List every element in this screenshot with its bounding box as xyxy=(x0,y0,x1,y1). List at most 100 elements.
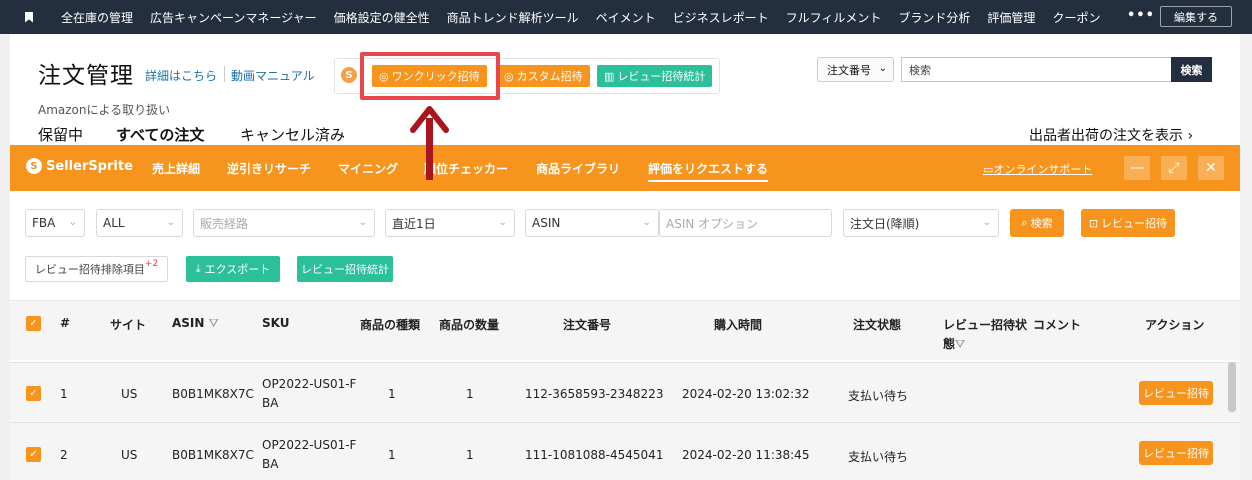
col-comment: コメント xyxy=(1033,318,1082,332)
download-icon: ⤓ xyxy=(195,262,201,275)
bar-chart-icon: ▥ xyxy=(604,69,615,83)
row-sku-line1: OP2022-US01-F xyxy=(262,377,357,391)
left-gutter xyxy=(0,34,10,480)
scrollbar[interactable] xyxy=(1228,362,1236,412)
nav-business-report[interactable]: ビジネスレポート xyxy=(673,9,769,26)
sellersprite-brand: S SellerSprite xyxy=(26,158,133,174)
row-order-number[interactable]: 111-1081088-4545041 xyxy=(525,448,663,462)
nav-coupons[interactable]: クーポン xyxy=(1052,9,1100,26)
row-review-invite-button[interactable]: レビュー招待 xyxy=(1139,441,1213,465)
col-qty: 商品の数量 xyxy=(439,318,500,332)
minimize-icon[interactable]: — xyxy=(1124,156,1150,180)
search-type-label: 注文番号 xyxy=(827,63,871,77)
search-input[interactable]: 検索 xyxy=(901,57,1172,82)
online-support-label: オンラインサポート xyxy=(993,163,1093,176)
close-icon[interactable]: ✕ xyxy=(1198,156,1224,180)
chevron-down-icon: ⌄ xyxy=(68,217,77,228)
row-asin[interactable]: B0B1MK8X7C xyxy=(172,387,254,401)
video-manual-link[interactable]: 動画マニュアル xyxy=(231,67,315,84)
nav-ad-campaign[interactable]: 広告キャンペーンマネージャー xyxy=(150,9,317,26)
filter-area xyxy=(10,191,1240,299)
nav-fulfillment[interactable]: フルフィルメント xyxy=(786,9,882,26)
row-order-status: 支払い待ち xyxy=(848,389,909,403)
row-checkbox[interactable]: ✓ xyxy=(26,447,41,462)
search-button[interactable]: 検索 xyxy=(1171,57,1212,82)
bookmark-icon[interactable] xyxy=(25,11,33,23)
col-purchase-time: 購入時間 xyxy=(714,318,763,332)
col-invite-status-wrap[interactable]: 態⛛ xyxy=(943,335,965,352)
filter-search-button[interactable]: ⌕ 検索 xyxy=(1010,209,1064,237)
review-stats-button[interactable]: ▥ レビュー招待統計 xyxy=(597,65,713,87)
asin-option-placeholder: ASIN オプション xyxy=(666,216,759,231)
row-order-status: 支払い待ち xyxy=(848,450,909,464)
expand-icon[interactable]: ⤢ xyxy=(1161,156,1187,180)
tab-all-orders[interactable]: すべての注文 xyxy=(116,124,204,145)
col-asin-label: ASIN xyxy=(172,316,205,330)
sales-channel-select[interactable]: 販売経路 ⌄ xyxy=(193,209,375,237)
period-value: 直近1日 xyxy=(392,216,436,231)
plugin-menu-request-review[interactable]: 評価をリクエストする xyxy=(648,160,769,182)
seller-fulfilled-link[interactable]: 出品者出荷の注文を表示 › xyxy=(1029,125,1193,145)
row-review-invite-button[interactable]: レビュー招待 xyxy=(1139,381,1213,405)
asin-type-select[interactable]: ASIN ⌄ xyxy=(525,209,659,237)
col-sku: SKU xyxy=(262,316,290,330)
tab-pending[interactable]: 保留中 xyxy=(38,124,83,145)
sort-value: 注文日(降順) xyxy=(850,216,920,231)
asin-option-input[interactable]: ASIN オプション xyxy=(659,209,832,237)
scope-select[interactable]: ALL ⌄ xyxy=(96,209,183,237)
row-asin[interactable]: B0B1MK8X7C xyxy=(172,448,254,462)
tab-cancelled[interactable]: キャンセル済み xyxy=(240,124,345,145)
arrow-up-icon xyxy=(410,106,449,133)
row-qty: 1 xyxy=(466,448,474,462)
col-order-status: 注文状態 xyxy=(853,318,902,332)
filter-search-label: 検索 xyxy=(1030,217,1053,230)
divider xyxy=(224,66,225,82)
chevron-down-icon: ⌄ xyxy=(878,63,887,74)
sellersprite-logo-icon: S xyxy=(341,67,357,83)
nav-product-trend[interactable]: 商品トレンド解析ツール xyxy=(447,9,579,26)
nav-feedback[interactable]: 評価管理 xyxy=(987,9,1035,26)
col-asin[interactable]: ASIN ⛛ xyxy=(172,316,219,331)
online-support-link[interactable]: ▭オンラインサポート xyxy=(983,161,1092,177)
nav-payments[interactable]: ペイメント xyxy=(596,9,656,26)
excluded-items-button[interactable]: レビュー招待排除項目 +2 xyxy=(25,256,168,282)
filter-icon[interactable]: ⛛ xyxy=(955,337,965,351)
nav-brand-analytics[interactable]: ブランド分析 xyxy=(898,9,970,26)
plugin-menu-reverse-research[interactable]: 逆引きリサーチ xyxy=(227,160,311,177)
details-link[interactable]: 詳細はこちら xyxy=(145,67,217,84)
plugin-menu-rank-checker[interactable]: 順位チェッカー xyxy=(424,160,508,177)
row-purchase-time: 2024-02-20 13:02:32 xyxy=(682,387,810,401)
custom-invite-button[interactable]: ◎ カスタム招待 xyxy=(497,65,590,87)
brand-name: SellerSprite xyxy=(46,158,133,174)
row-checkbox[interactable]: ✓ xyxy=(26,386,41,401)
plugin-menu-sales-details[interactable]: 売上詳細 xyxy=(152,160,200,177)
fulfillment-select[interactable]: FBA ⌄ xyxy=(25,209,85,237)
export-button[interactable]: ⤓ エクスポート xyxy=(186,256,280,282)
period-select[interactable]: 直近1日 ⌄ xyxy=(385,209,515,237)
sort-select[interactable]: 注文日(降順) ⌄ xyxy=(843,209,999,237)
row-order-number[interactable]: 112-3658593-2348223 xyxy=(525,387,663,401)
review-stats-label: レビュー招待統計 xyxy=(617,70,706,83)
top-nav-bar: 全在庫の管理 広告キャンペーンマネージャー 価格設定の健全性 商品トレンド解析ツ… xyxy=(0,0,1252,34)
plugin-menu-mining[interactable]: マイニング xyxy=(338,160,398,177)
invite-stats-button[interactable]: レビュー招待統計 xyxy=(297,256,393,282)
excluded-count-badge: +2 xyxy=(144,259,159,269)
search-type-select[interactable]: 注文番号 ⌄ xyxy=(817,57,894,82)
select-all-checkbox[interactable]: ✓ xyxy=(26,316,41,331)
row-site: US xyxy=(121,387,138,401)
row-sku-line1: OP2022-US01-F xyxy=(262,438,357,452)
nav-pricing-health[interactable]: 価格設定の健全性 xyxy=(334,9,430,26)
col-site: サイト xyxy=(110,318,147,332)
filter-icon[interactable]: ⛛ xyxy=(209,316,219,330)
edit-nav-button[interactable]: 編集する xyxy=(1160,6,1232,27)
row-num: 1 xyxy=(60,387,68,401)
plugin-menu-product-library[interactable]: 商品ライブラリ xyxy=(536,160,620,177)
nav-inventory[interactable]: 全在庫の管理 xyxy=(61,9,133,26)
more-menu-icon[interactable]: ••• xyxy=(1127,8,1155,23)
review-invite-button[interactable]: ⊡ レビュー招待 xyxy=(1081,209,1175,237)
row-qty: 1 xyxy=(466,387,474,401)
chevron-down-icon: ⌄ xyxy=(358,217,367,228)
search-icon: ⌕ xyxy=(1021,216,1028,229)
at-sign-icon: ◎ xyxy=(504,69,514,83)
lock-icon: ⊡ xyxy=(1088,216,1099,230)
